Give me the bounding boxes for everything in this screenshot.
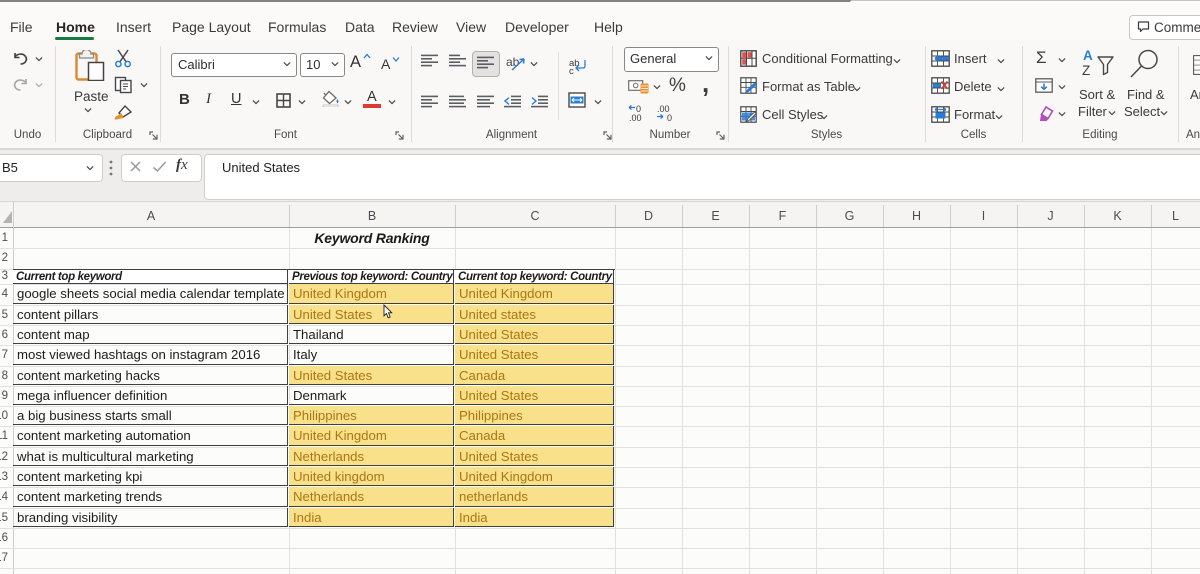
- svg-text:ab: ab: [506, 55, 520, 69]
- svg-text:.00: .00: [629, 113, 642, 122]
- svg-text:c: c: [569, 66, 574, 74]
- svg-text:0: 0: [667, 113, 672, 122]
